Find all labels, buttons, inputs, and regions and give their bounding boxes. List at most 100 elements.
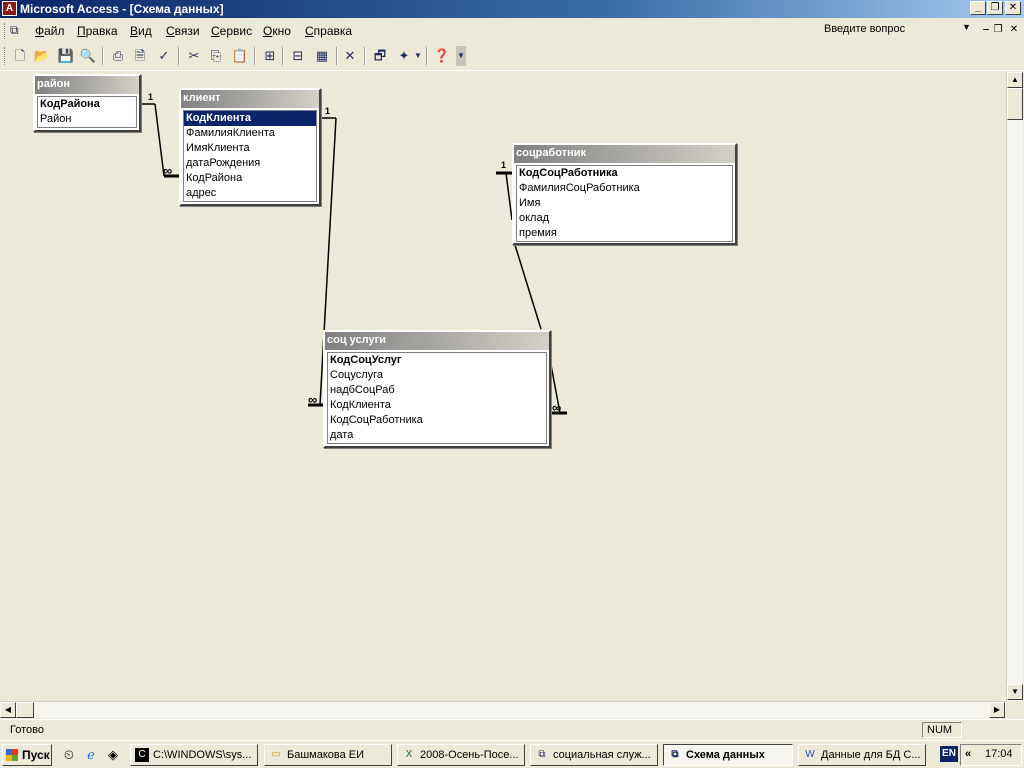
table-socuslugi[interactable]: соц услуги КодСоцУслуг Соцуслуга надбСоц… (323, 330, 551, 448)
relation-many-label: ∞ (552, 400, 562, 415)
open-folder-icon[interactable]: 📂 (32, 46, 52, 66)
vertical-scrollbar[interactable]: ▲ ▼ (1006, 72, 1023, 701)
menu-relations[interactable]: Связи (166, 24, 200, 38)
new-object-icon[interactable]: ✦ (394, 46, 414, 66)
clock[interactable]: 17:04 (985, 748, 1013, 760)
field-row[interactable]: адрес (184, 186, 316, 201)
menu-tools[interactable]: Сервис (211, 24, 252, 38)
save-icon[interactable]: 💾 (56, 46, 76, 66)
tray-expand-icon[interactable]: « (965, 748, 971, 760)
close-button[interactable]: ✕ (1005, 1, 1021, 15)
field-row[interactable]: Имя (517, 196, 732, 211)
table-rayon[interactable]: район КодРайона Район (33, 74, 141, 132)
toolbar-separator (336, 47, 338, 65)
title-bar: A Microsoft Access - [Схема данных] _ ❐ … (0, 0, 1024, 18)
quicklaunch-ie-icon[interactable]: ℯ (82, 746, 100, 764)
ask-dropdown-icon[interactable]: ▼ (962, 22, 971, 32)
show-direct-icon[interactable]: ⊟ (288, 46, 308, 66)
relation-one-label: 1 (501, 160, 507, 170)
vertical-scroll-thumb[interactable] (1007, 88, 1023, 120)
scroll-down-icon[interactable]: ▼ (1007, 684, 1023, 700)
field-row[interactable]: датаРождения (184, 156, 316, 171)
field-row[interactable]: Район (38, 112, 136, 127)
table-title[interactable]: соцработник (514, 145, 735, 163)
restore-button[interactable]: ❐ (987, 1, 1003, 15)
show-all-relationships-icon[interactable]: ▦ (312, 46, 332, 66)
field-row[interactable]: КодРайона (184, 171, 316, 186)
taskbar-item-excel[interactable]: X 2008-Осень-Посе... (397, 744, 525, 766)
field-row[interactable]: премия (517, 226, 732, 241)
horizontal-scroll-thumb[interactable] (16, 702, 34, 718)
search-icon[interactable]: 🔍 (78, 46, 98, 66)
taskbar-item-cmd[interactable]: C C:\WINDOWS\sys... (130, 744, 258, 766)
start-button[interactable]: Пуск (2, 744, 52, 766)
cut-icon[interactable]: ✂ (184, 46, 204, 66)
table-socrabotnik[interactable]: соцработник КодСоцРаботника ФамилияСоцРа… (512, 143, 737, 245)
taskbar-item-relationships[interactable]: ⧉ Схема данных (663, 744, 793, 766)
horizontal-scrollbar[interactable]: ◀ ▶ (0, 701, 1006, 718)
toolbar-separator (426, 47, 428, 65)
copy-icon[interactable]: ⎘ (206, 46, 226, 66)
print-preview-icon[interactable]: 🗎 (130, 46, 150, 66)
field-row[interactable]: КодРайона (38, 97, 136, 112)
quicklaunch-media-icon[interactable]: ◈ (104, 746, 122, 764)
taskbar-item-word[interactable]: W Данные для БД С... (798, 744, 926, 766)
menu-bar: ⧉ Файл Правка Вид Связи Сервис Окно Спра… (0, 20, 1024, 42)
access-app-icon[interactable]: A (2, 1, 17, 16)
table-title[interactable]: район (35, 76, 139, 94)
toolbar-options-icon[interactable]: ▼ (456, 46, 466, 66)
field-row[interactable]: КодСоцУслуг (328, 353, 546, 368)
field-row[interactable]: КодСоцРаботника (517, 166, 732, 181)
paste-icon[interactable]: 📋 (230, 46, 250, 66)
new-object-dropdown-icon[interactable]: ▼ (413, 46, 423, 66)
start-label: Пуск (22, 748, 50, 762)
spellcheck-icon[interactable]: ✓ (154, 46, 174, 66)
table-title[interactable]: клиент (181, 90, 319, 108)
windows-logo-icon (6, 749, 18, 761)
field-row[interactable]: ФамилияКлиента (184, 126, 316, 141)
field-row[interactable]: надбСоцРаб (328, 383, 546, 398)
scroll-right-icon[interactable]: ▶ (989, 702, 1005, 718)
menu-view[interactable]: Вид (130, 24, 152, 38)
table-title[interactable]: соц услуги (325, 332, 549, 350)
field-row[interactable]: КодСоцРаботника (328, 413, 546, 428)
field-row[interactable]: КодКлиента (328, 398, 546, 413)
field-row[interactable]: дата (328, 428, 546, 443)
field-row[interactable]: оклад (517, 211, 732, 226)
database-window-icon[interactable]: 🗗 (370, 46, 390, 66)
menu-file[interactable]: Файл (35, 24, 65, 38)
menu-help[interactable]: Справка (305, 24, 352, 38)
relationships-doc-icon[interactable]: ⧉ (10, 23, 28, 39)
delete-icon[interactable]: ✕ (340, 46, 360, 66)
field-row[interactable]: ИмяКлиента (184, 141, 316, 156)
relationships-icon: ⧉ (671, 749, 679, 760)
relation-many-label: ∞ (163, 163, 173, 178)
word-icon: W (805, 749, 815, 760)
menu-edit[interactable]: Правка (77, 24, 118, 38)
menu-window[interactable]: Окно (263, 24, 291, 38)
doc-close-button[interactable]: ✕ (1006, 24, 1022, 38)
new-file-icon[interactable]: 🗋 (10, 46, 30, 66)
toolbar-separator (254, 47, 256, 65)
menubar-grip[interactable] (4, 23, 7, 39)
show-table-icon[interactable]: ⊞ (260, 46, 280, 66)
scroll-left-icon[interactable]: ◀ (0, 702, 16, 718)
field-row[interactable]: Соцуслуга (328, 368, 546, 383)
language-indicator[interactable]: EN (940, 746, 958, 762)
help-icon[interactable]: ❓ (432, 46, 452, 66)
doc-restore-button[interactable]: ❐ (990, 24, 1006, 38)
ask-question-box[interactable]: Введите вопрос ▼ (824, 22, 974, 40)
print-icon[interactable]: ⎙ (108, 46, 128, 66)
taskbar-item-access-db[interactable]: ⧉ социальная служ... (530, 744, 658, 766)
relation-one-label: 1 (325, 106, 331, 116)
field-row-selected[interactable]: КодКлиента (184, 111, 316, 126)
field-list: КодСоцУслуг Соцуслуга надбСоцРаб КодКлие… (327, 352, 547, 444)
minimize-button[interactable]: _ (970, 1, 986, 15)
folder-icon: ▭ (271, 749, 281, 760)
scroll-up-icon[interactable]: ▲ (1007, 72, 1023, 88)
toolbar-grip[interactable] (4, 47, 6, 65)
table-klient[interactable]: клиент КодКлиента ФамилияКлиента ИмяКлие… (179, 88, 321, 206)
quicklaunch-clock-icon[interactable]: ⏲ (60, 746, 78, 764)
taskbar-item-folder[interactable]: ▭ Башмакова ЕИ (264, 744, 392, 766)
field-row[interactable]: ФамилияСоцРаботника (517, 181, 732, 196)
